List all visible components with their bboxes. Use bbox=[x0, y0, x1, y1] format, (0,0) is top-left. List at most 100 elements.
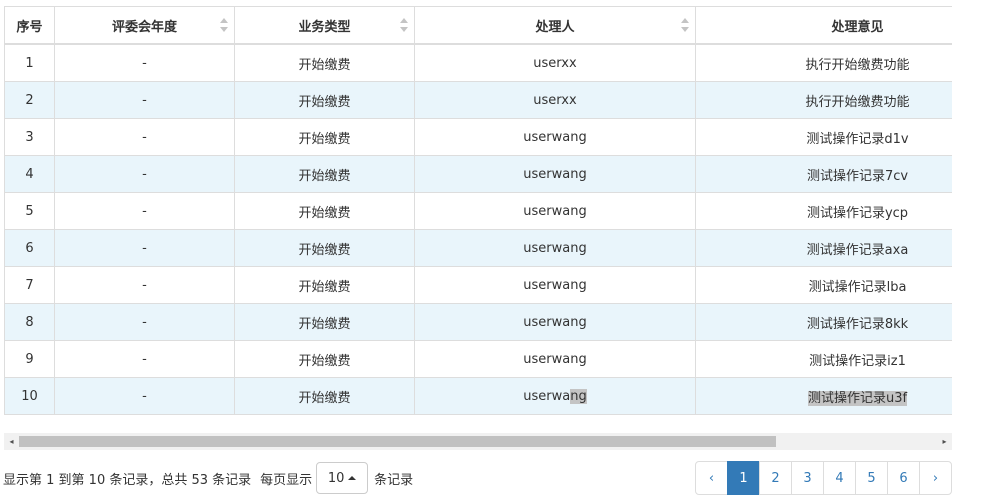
table-body: 1 - 开始缴费 userxx 执行开始缴费功能 2 - 开始缴费 userxx… bbox=[4, 43, 952, 415]
column-header-index: 序号 bbox=[4, 6, 55, 45]
cell-opinion: 测试操作记录u3f bbox=[695, 377, 952, 415]
sort-icon[interactable] bbox=[400, 18, 408, 32]
cell-year: - bbox=[54, 229, 235, 267]
pagination: ‹ 1 2 3 4 5 6 › bbox=[695, 461, 952, 495]
cell-opinion: 执行开始缴费功能 bbox=[695, 81, 952, 119]
opinion-text-selected: 测试操作记录u3f bbox=[807, 390, 908, 406]
cell-index: 2 bbox=[4, 81, 55, 119]
cell-year: - bbox=[54, 340, 235, 378]
cell-handler: userwang bbox=[414, 118, 696, 156]
column-header-label: 处理人 bbox=[535, 19, 575, 35]
cell-index: 1 bbox=[4, 43, 55, 82]
column-header-label: 业务类型 bbox=[298, 19, 351, 35]
column-header-label: 评委会年度 bbox=[111, 19, 177, 35]
cell-year: - bbox=[54, 155, 235, 193]
page-button-4[interactable]: 4 bbox=[823, 461, 856, 495]
cell-year: - bbox=[54, 43, 235, 82]
cell-business-type: 开始缴费 bbox=[234, 81, 415, 119]
cell-handler: userxx bbox=[414, 43, 696, 82]
cell-index: 7 bbox=[4, 266, 55, 304]
page-size-value: 10 bbox=[327, 470, 345, 486]
cell-business-type: 开始缴费 bbox=[234, 192, 415, 230]
table-row[interactable]: 4 - 开始缴费 userwang 测试操作记录7cv bbox=[4, 155, 952, 193]
per-page-prefix: 每页显示 bbox=[260, 472, 313, 488]
cell-year: - bbox=[54, 192, 235, 230]
table-row[interactable]: 3 - 开始缴费 userwang 测试操作记录d1v bbox=[4, 118, 952, 156]
page-next-button[interactable]: › bbox=[919, 461, 952, 495]
cell-handler: userwang bbox=[414, 229, 696, 267]
cell-index: 9 bbox=[4, 340, 55, 378]
cell-handler: userwang bbox=[414, 340, 696, 378]
cell-opinion: 执行开始缴费功能 bbox=[695, 43, 952, 82]
table-row[interactable]: 6 - 开始缴费 userwang 测试操作记录axa bbox=[4, 229, 952, 267]
cell-year: - bbox=[54, 377, 235, 415]
page-button-2[interactable]: 2 bbox=[759, 461, 792, 495]
column-header-year[interactable]: 评委会年度 bbox=[54, 6, 235, 45]
cell-business-type: 开始缴费 bbox=[234, 43, 415, 82]
header-row: 序号 评委会年度 业务类型 处理人 处理意见 bbox=[4, 6, 952, 45]
table-row[interactable]: 10 - 开始缴费 userwang 测试操作记录u3f bbox=[4, 377, 952, 415]
page-prev-button[interactable]: ‹ bbox=[695, 461, 728, 495]
handler-text-selected-part: ng bbox=[570, 388, 587, 404]
cell-index: 3 bbox=[4, 118, 55, 156]
handler-text-selected: userwang bbox=[523, 388, 587, 404]
column-header-business-type[interactable]: 业务类型 bbox=[234, 6, 415, 45]
cell-opinion: 测试操作记录lba bbox=[695, 266, 952, 304]
column-header-handler[interactable]: 处理人 bbox=[414, 6, 696, 45]
cell-handler: userwang bbox=[414, 266, 696, 304]
cell-year: - bbox=[54, 118, 235, 156]
cell-business-type: 开始缴费 bbox=[234, 229, 415, 267]
data-table-container: 序号 评委会年度 业务类型 处理人 处理意见 1 - 开始缴费 userxx 执… bbox=[4, 6, 952, 415]
records-summary: 显示第 1 到第 10 条记录，总共 53 条记录 bbox=[3, 472, 252, 488]
page-button-1[interactable]: 1 bbox=[727, 461, 760, 495]
cell-handler: userwang bbox=[414, 192, 696, 230]
cell-year: - bbox=[54, 266, 235, 304]
scroll-left-icon[interactable]: ◂ bbox=[4, 433, 19, 450]
pagination-detail: 显示第 1 到第 10 条记录，总共 53 条记录 每页显示 10 条记录 bbox=[3, 461, 413, 495]
table-row[interactable]: 5 - 开始缴费 userwang 测试操作记录ycp bbox=[4, 192, 952, 230]
column-header-opinion: 处理意见 bbox=[695, 6, 952, 45]
table-row[interactable]: 7 - 开始缴费 userwang 测试操作记录lba bbox=[4, 266, 952, 304]
page-button-3[interactable]: 3 bbox=[791, 461, 824, 495]
table-row[interactable]: 8 - 开始缴费 userwang 测试操作记录8kk bbox=[4, 303, 952, 341]
cell-business-type: 开始缴费 bbox=[234, 118, 415, 156]
page-size-dropdown[interactable]: 10 bbox=[316, 462, 369, 494]
cell-index: 6 bbox=[4, 229, 55, 267]
horizontal-scrollbar[interactable]: ◂ ▸ bbox=[4, 433, 952, 450]
per-page-suffix: 条记录 bbox=[374, 472, 414, 488]
cell-opinion: 测试操作记录7cv bbox=[695, 155, 952, 193]
scrollbar-thumb[interactable] bbox=[19, 436, 776, 447]
cell-year: - bbox=[54, 303, 235, 341]
cell-opinion: 测试操作记录axa bbox=[695, 229, 952, 267]
cell-business-type: 开始缴费 bbox=[234, 340, 415, 378]
cell-business-type: 开始缴费 bbox=[234, 377, 415, 415]
table-row[interactable]: 9 - 开始缴费 userwang 测试操作记录iz1 bbox=[4, 340, 952, 378]
cell-opinion: 测试操作记录8kk bbox=[695, 303, 952, 341]
table-row[interactable]: 1 - 开始缴费 userxx 执行开始缴费功能 bbox=[4, 43, 952, 82]
cell-opinion: 测试操作记录d1v bbox=[695, 118, 952, 156]
table-row[interactable]: 2 - 开始缴费 userxx 执行开始缴费功能 bbox=[4, 81, 952, 119]
sort-icon[interactable] bbox=[220, 18, 228, 32]
column-header-label: 处理意见 bbox=[831, 19, 884, 35]
scroll-right-icon[interactable]: ▸ bbox=[937, 433, 952, 450]
cell-handler: userxx bbox=[414, 81, 696, 119]
page-button-6[interactable]: 6 bbox=[887, 461, 920, 495]
cell-index: 8 bbox=[4, 303, 55, 341]
cell-index: 10 bbox=[4, 377, 55, 415]
table-header: 序号 评委会年度 业务类型 处理人 处理意见 bbox=[4, 6, 952, 45]
cell-opinion: 测试操作记录ycp bbox=[695, 192, 952, 230]
cell-handler: userwang bbox=[414, 303, 696, 341]
records-table: 序号 评委会年度 业务类型 处理人 处理意见 1 - 开始缴费 userxx 执… bbox=[4, 6, 952, 415]
cell-business-type: 开始缴费 bbox=[234, 303, 415, 341]
cell-business-type: 开始缴费 bbox=[234, 266, 415, 304]
handler-text-unselected-part: userwa bbox=[523, 388, 571, 404]
cell-year: - bbox=[54, 81, 235, 119]
cell-handler: userwang bbox=[414, 155, 696, 193]
cell-index: 5 bbox=[4, 192, 55, 230]
cell-business-type: 开始缴费 bbox=[234, 155, 415, 193]
caret-up-icon bbox=[348, 476, 357, 480]
cell-opinion: 测试操作记录iz1 bbox=[695, 340, 952, 378]
sort-icon[interactable] bbox=[681, 18, 689, 32]
page-button-5[interactable]: 5 bbox=[855, 461, 888, 495]
cell-handler: userwang bbox=[414, 377, 696, 415]
